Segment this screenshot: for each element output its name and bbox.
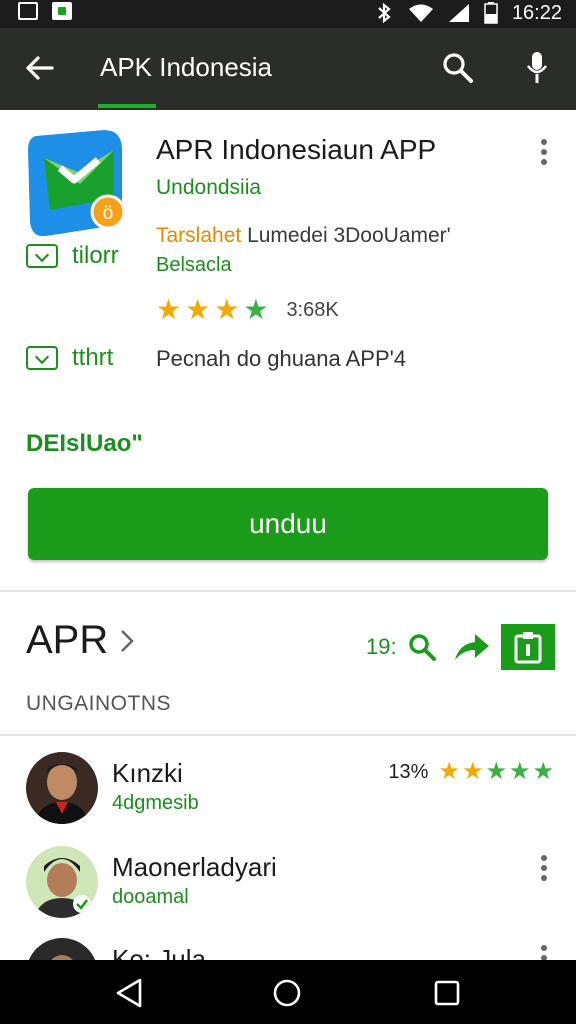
chevron-right-icon [121, 629, 135, 652]
reviewer-name: Kınzki [112, 758, 183, 788]
more-options-icon[interactable] [534, 944, 554, 960]
badge-downloads: tilorr [26, 242, 119, 270]
section-header[interactable]: APR [26, 618, 136, 663]
avatar-image [26, 938, 98, 960]
app-name: APR Indonesiaun APP [156, 134, 437, 165]
avatar-image [26, 752, 98, 824]
search-icon[interactable] [407, 632, 437, 662]
badge-rated: tthrt [26, 344, 113, 372]
clipboard-button[interactable] [500, 624, 555, 670]
review-item[interactable]: Ko: Jula [0, 938, 576, 960]
tag-text: Lumedei 3DooUamer' [247, 224, 451, 247]
badge-check-icon [26, 244, 58, 268]
star-icon: ★ [156, 294, 182, 325]
badge-check-icon [26, 346, 58, 370]
bluetooth-icon [378, 2, 391, 24]
back-arrow-icon[interactable] [22, 50, 58, 86]
nav-recents-icon[interactable] [430, 976, 464, 1010]
star-icon: ★ [485, 758, 507, 785]
battery-icon [484, 2, 498, 24]
wifi-icon [408, 4, 433, 22]
rating-row: ★ ★ ★ ★ 3:68K [156, 296, 339, 324]
tag-line: Tarslahet Lumedei 3DooUamer' [156, 224, 451, 248]
divider [0, 734, 576, 736]
nav-home-icon[interactable] [270, 976, 304, 1010]
search-icon[interactable] [440, 50, 476, 86]
svg-text:ö: ö [103, 203, 114, 224]
page-title: APK Indonesia [100, 52, 273, 82]
install-button-label: unduu [249, 508, 327, 539]
category-link[interactable]: Belsacla [156, 254, 232, 277]
avatar [26, 938, 98, 960]
tag-orange: Tarslahet [156, 224, 242, 247]
app-notification-icon [52, 2, 72, 20]
avatar-image [26, 846, 98, 918]
review-item[interactable]: Maonerladyari dooamal [0, 844, 576, 934]
rating-count: 3:68K [286, 298, 339, 321]
reviewer-subtitle: 4dgmesib [112, 792, 199, 814]
review-rating: 13% ★ ★ ★ ★ ★ [388, 760, 554, 784]
title-underline [98, 104, 156, 108]
status-bar: 16:22 [0, 0, 576, 28]
star-icon: ★ [214, 294, 240, 325]
star-icon: ★ [243, 294, 269, 325]
review-rating-text: 13% [388, 760, 429, 783]
image-notification-icon [18, 2, 38, 20]
details-link[interactable]: DEIslUao" [26, 430, 143, 458]
microphone-icon[interactable] [522, 48, 552, 88]
section-actions: 19: [366, 624, 555, 670]
reviewer-name: Ko: Jula [112, 944, 206, 960]
signal-icon [448, 4, 469, 22]
app-bar: APK Indonesia [0, 28, 576, 110]
star-icon: ★ [438, 758, 460, 785]
app-logo-icon: ö [28, 130, 126, 236]
badge-label: tilorr [72, 242, 119, 269]
clock: 16:22 [511, 1, 562, 24]
clipboard-icon [514, 632, 542, 664]
review-item[interactable]: Kınzki 4dgmesib 13% ★ ★ ★ ★ ★ [0, 748, 576, 838]
star-icon: ★ [185, 294, 211, 325]
more-options-icon[interactable] [534, 138, 554, 166]
share-icon[interactable] [453, 630, 491, 664]
section-title: APR [26, 618, 109, 662]
avatar [26, 752, 98, 824]
install-button[interactable]: unduu [28, 488, 548, 560]
star-icon: ★ [508, 758, 531, 785]
star-icon: ★ [461, 758, 484, 785]
star-icon: ★ [532, 758, 554, 785]
nav-back-icon[interactable] [112, 976, 146, 1010]
reviewer-subtitle: dooamal [112, 886, 189, 908]
app-detail-card: ö APR Indonesiaun APP Undondsiia tilorr … [0, 112, 576, 588]
divider [0, 590, 576, 592]
avatar [26, 846, 98, 918]
section-count: 19: [366, 634, 397, 659]
reviewer-name: Maonerladyari [112, 852, 277, 882]
developer-link[interactable]: Undondsiia [156, 176, 261, 200]
more-options-icon[interactable] [534, 854, 554, 882]
navigation-bar [0, 960, 576, 1024]
app-description: Pecnah do ghuana APP'4 [156, 346, 407, 371]
section-subtitle: UNGAINOTNS [26, 692, 172, 715]
badge-label: tthrt [72, 344, 114, 371]
